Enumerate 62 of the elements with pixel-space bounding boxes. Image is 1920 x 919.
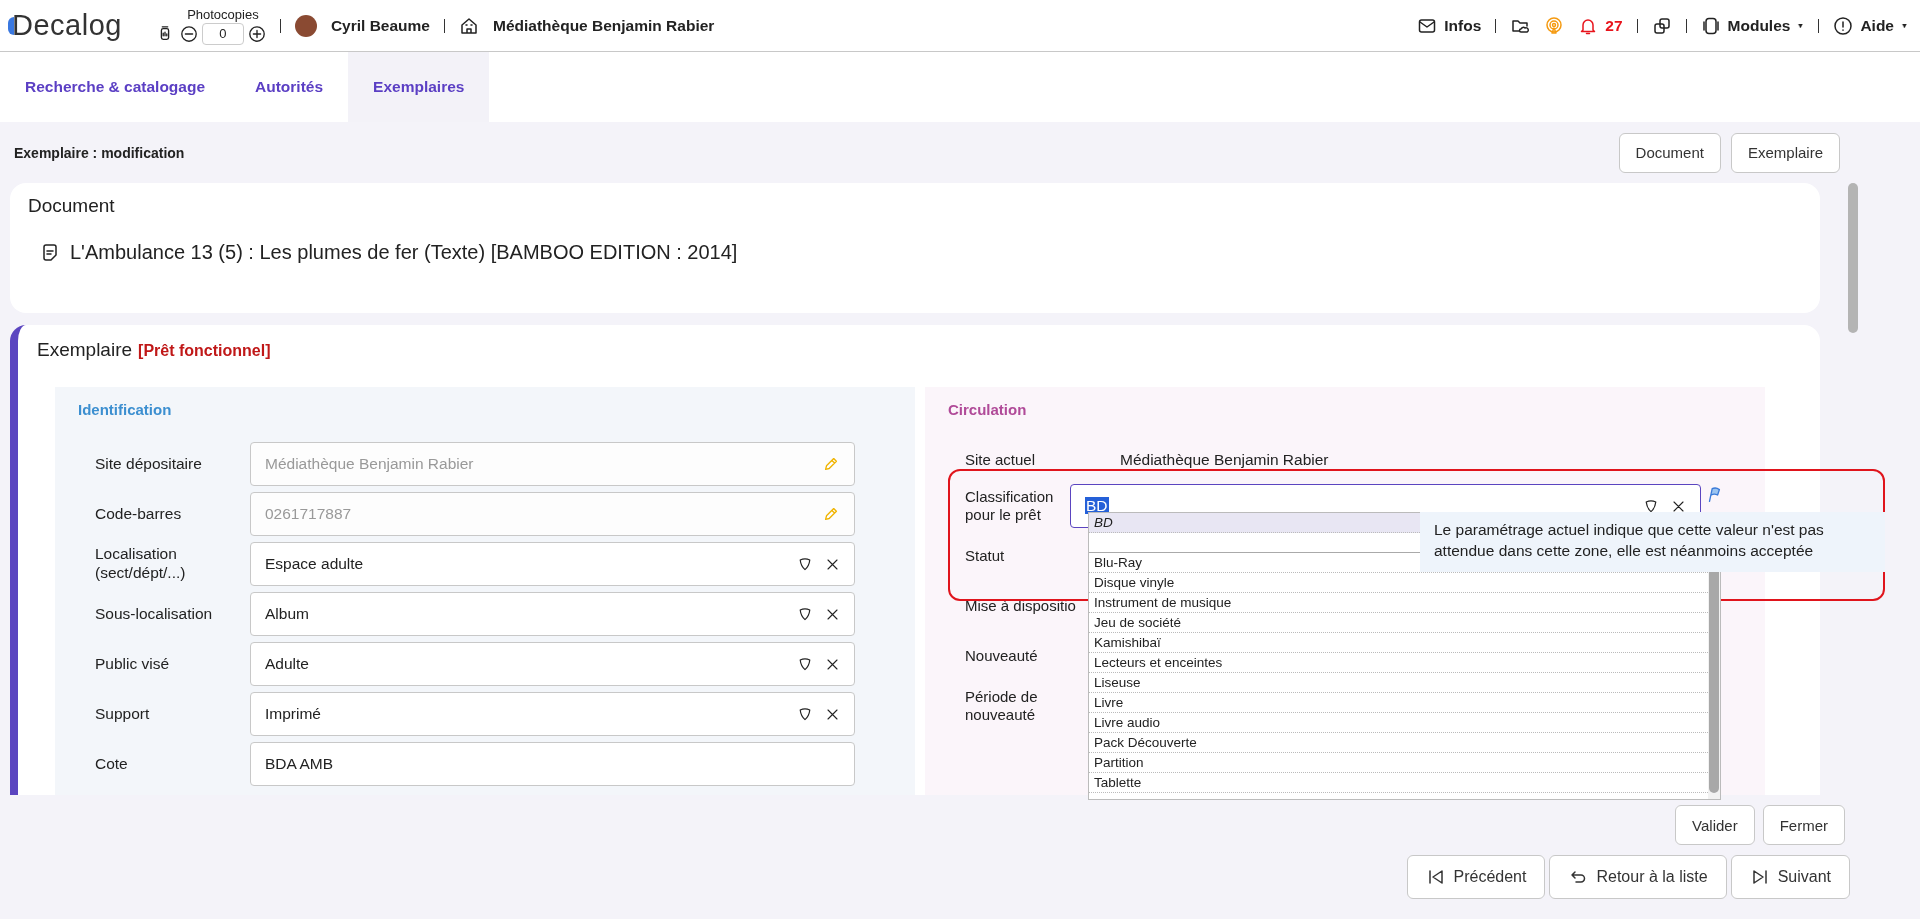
shield-icon — [797, 556, 813, 572]
photocopies-input[interactable]: 0 — [201, 22, 244, 45]
select-field[interactable]: Adulte — [250, 642, 855, 686]
field-label: Localisation (sect/dépt/...) — [95, 545, 187, 583]
panel-title: Identification — [78, 401, 173, 418]
shield-icon — [797, 656, 813, 672]
help-menu[interactable]: Aide — [1860, 16, 1894, 35]
library-name[interactable]: Médiathèque Benjamin Rabier — [493, 16, 715, 35]
user-name[interactable]: Cyril Beaume — [330, 16, 430, 35]
page-title: Exemplaire : modification — [14, 144, 185, 161]
nav-button[interactable]: Suivant — [1730, 855, 1850, 899]
field-label: Public visé — [95, 654, 171, 674]
broadcast-icon — [1544, 15, 1565, 36]
card-title: Document — [28, 195, 116, 217]
panel-title: Circulation — [948, 401, 1028, 418]
shield-icon — [797, 606, 813, 622]
nav-button[interactable]: Exemplaire — [1730, 132, 1840, 173]
tooltip: Le paramétrage actuel indique que cette valeur n'est pas attendue dans cette zone, elle est néanmoins acceptée — [1420, 512, 1885, 572]
logo[interactable]: Decalog — [8, 9, 122, 42]
field-label: Sous-localisation — [95, 604, 214, 624]
caret-icon — [1901, 23, 1908, 28]
field-label: Période de nouveauté — [965, 688, 1039, 724]
infos-link[interactable]: Infos — [1444, 16, 1482, 35]
scrollbar-thumb[interactable] — [1848, 183, 1858, 333]
tab[interactable]: Exemplaires — [348, 52, 490, 122]
field-label: Nouveauté — [965, 647, 1039, 665]
select-field[interactable]: Espace adulte — [250, 542, 855, 586]
house-icon — [459, 15, 479, 36]
pencil-icon — [822, 455, 840, 473]
document-icon — [40, 242, 60, 263]
caret-icon — [1797, 23, 1805, 28]
field-label: Site dépositaire — [95, 454, 203, 474]
plus-icon — [247, 24, 266, 43]
loan-status: [Prêt fonctionnel] — [138, 342, 271, 360]
device-icon — [1700, 15, 1721, 36]
nav-button[interactable]: Document — [1618, 132, 1721, 173]
pencil-icon — [822, 505, 840, 523]
select-field[interactable]: Album — [250, 592, 855, 636]
field-label: Cote — [95, 754, 129, 774]
field-label: Support — [95, 704, 151, 724]
nav-button[interactable]: Précédent — [1406, 855, 1546, 899]
photocopies-label: Photocopies — [187, 6, 259, 22]
select-field[interactable]: Imprimé — [250, 692, 855, 736]
field-label: Code-barres — [95, 504, 183, 524]
field-label: Statut — [965, 547, 1006, 565]
text-field[interactable]: BDA AMB — [250, 742, 855, 786]
document-title[interactable]: L'Ambulance 13 (5) : Les plumes de fer (Texte) [BAMBOO EDITION : 2014] — [70, 241, 738, 264]
field-label: Site actuel — [965, 451, 1037, 469]
avatar[interactable] — [294, 14, 317, 37]
nav-button[interactable]: Retour à la liste — [1549, 855, 1727, 899]
field-label: Classification pour le prêt — [965, 488, 1055, 524]
action-button[interactable]: Valider — [1675, 805, 1755, 845]
shield-icon — [797, 706, 813, 722]
notification-count[interactable]: 27 — [1605, 16, 1623, 35]
field-value: Médiathèque Benjamin Rabier — [1119, 451, 1330, 469]
shield-icon — [1643, 498, 1659, 514]
card-title: Exemplaire — [37, 339, 133, 361]
windows-icon — [1651, 15, 1672, 36]
minus-icon — [179, 24, 198, 43]
modules-menu[interactable]: Modules — [1727, 16, 1791, 35]
info-icon — [1833, 15, 1854, 36]
action-button[interactable]: Fermer — [1762, 805, 1845, 845]
